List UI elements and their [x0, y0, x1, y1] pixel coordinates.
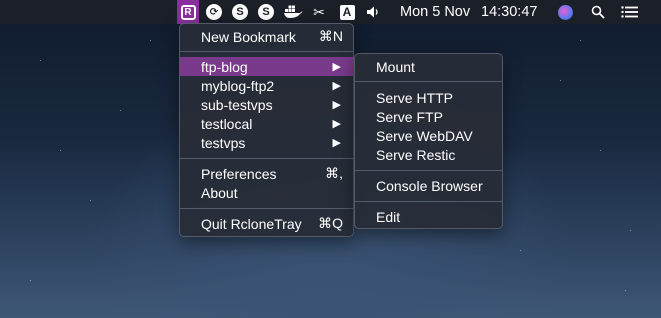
submenu-arrow-icon: ▶ — [332, 137, 341, 149]
submenu-arrow-icon: ▶ — [332, 80, 341, 92]
submenu-item-serve-http[interactable]: Serve HTTP — [355, 88, 502, 107]
siri-icon[interactable] — [556, 0, 574, 24]
menu-separator — [180, 208, 353, 209]
submenu-item-edit[interactable]: Edit — [355, 207, 502, 226]
menu-separator — [180, 158, 353, 159]
submenu-item-serve-ftp[interactable]: Serve FTP — [355, 107, 502, 126]
spotlight-search-icon[interactable] — [589, 0, 607, 24]
submenu-item-serve-webdav[interactable]: Serve WebDAV — [355, 126, 502, 145]
sync-icon[interactable]: ⟳ — [205, 0, 223, 24]
docker-icon[interactable] — [282, 0, 304, 24]
skype-icon[interactable]: S — [231, 0, 249, 24]
menu-item-sub-testvps[interactable]: sub-testvps ▶ — [180, 95, 353, 114]
menu-separator — [180, 51, 353, 52]
menu-separator — [355, 201, 502, 202]
menu-item-about[interactable]: About — [180, 183, 353, 202]
rclonetray-menu: New Bookmark ⌘N ftp-blog ▶ myblog-ftp2 ▶… — [179, 23, 354, 237]
submenu-arrow-icon: ▶ — [332, 61, 341, 73]
menu-item-ftp-blog[interactable]: ftp-blog ▶ — [180, 57, 353, 76]
menu-item-preferences[interactable]: Preferences ⌘, — [180, 164, 353, 183]
ftp-blog-submenu: Mount Serve HTTP Serve FTP Serve WebDAV … — [354, 53, 503, 229]
menu-item-quit[interactable]: Quit RcloneTray ⌘Q — [180, 214, 353, 233]
font-icon[interactable]: A — [338, 0, 356, 24]
menubar-clock[interactable]: 14:30:47 — [481, 0, 537, 24]
submenu-item-serve-restic[interactable]: Serve Restic — [355, 145, 502, 164]
control-center-icon[interactable] — [619, 0, 639, 24]
menu-item-myblog-ftp2[interactable]: myblog-ftp2 ▶ — [180, 76, 353, 95]
menubar-date[interactable]: Mon 5 Nov — [400, 0, 470, 24]
menu-item-new-bookmark[interactable]: New Bookmark ⌘N — [180, 27, 353, 46]
submenu-arrow-icon: ▶ — [332, 118, 341, 130]
menu-item-testvps[interactable]: testvps ▶ — [180, 133, 353, 152]
submenu-item-console-browser[interactable]: Console Browser — [355, 176, 502, 195]
submenu-item-mount[interactable]: Mount — [355, 57, 502, 76]
menu-item-testlocal[interactable]: testlocal ▶ — [180, 114, 353, 133]
menu-bar: R ⟳ S S ✂ A Mon 5 Nov 14:30:47 — [0, 0, 661, 24]
scissors-icon[interactable]: ✂ — [310, 0, 328, 24]
skype-icon[interactable]: S — [257, 0, 275, 24]
submenu-arrow-icon: ▶ — [332, 99, 341, 111]
menu-separator — [355, 81, 502, 82]
menu-separator — [355, 170, 502, 171]
rclonetray-icon[interactable]: R — [177, 0, 199, 24]
volume-icon[interactable] — [365, 0, 383, 24]
